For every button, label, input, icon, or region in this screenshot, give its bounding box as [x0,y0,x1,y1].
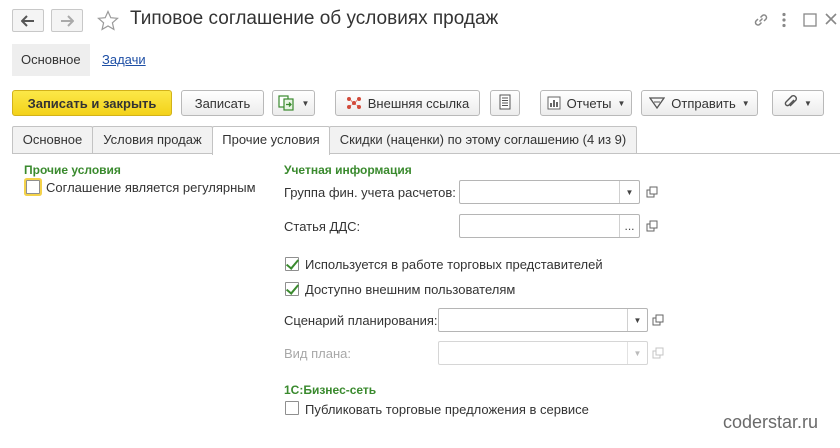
open-window-icon [646,186,658,198]
publish-offers-label: Публиковать торговые предложения в серви… [305,402,589,417]
section-tasks-link[interactable]: Задачи [93,44,155,76]
external-link-label: Внешняя ссылка [367,95,470,111]
chevron-down-icon: ▼ [804,98,812,108]
send-button[interactable]: Отправить ▼ [641,90,758,116]
dds-open-button[interactable] [642,215,662,237]
star-favorite-icon[interactable] [96,9,120,33]
arrow-left-icon [21,14,34,27]
fin-group-field[interactable]: ▼ [459,180,640,204]
tab-sales-conditions[interactable]: Условия продаж [92,126,213,154]
chevron-down-icon[interactable]: ▼ [627,309,647,331]
chevron-down-icon: ▼ [741,98,750,108]
open-window-icon [646,220,658,232]
chevron-down-icon[interactable]: ▼ [619,181,639,203]
external-users-label: Доступно внешним пользователям [305,282,516,297]
dds-field[interactable]: ... [459,214,640,238]
tab-discounts[interactable]: Скидки (наценки) по этому соглашению (4 … [329,126,637,154]
regular-agreement-label: Соглашение является регулярным [46,180,256,195]
chevron-down-icon: ▼ [301,98,310,108]
regular-agreement-checkbox[interactable] [26,180,40,194]
select-dots-button[interactable]: ... [619,215,639,237]
scenario-field[interactable]: ▼ [438,308,648,332]
chevron-down-icon: ▼ [617,98,626,108]
save-button[interactable]: Записать [181,90,264,116]
plan-type-field: ▼ [438,341,648,365]
save-and-close-label: Записать и закрыть [27,95,157,111]
tab-main[interactable]: Основное [12,126,93,154]
create-based-on-icon [277,95,296,111]
create-based-on-button[interactable]: ▼ [272,90,315,116]
tab-other-conditions[interactable]: Прочие условия [212,126,330,155]
report-icon [547,96,561,110]
sales-reps-label: Используется в работе торговых представи… [305,257,603,272]
maximize-icon[interactable] [802,12,818,28]
save-label: Записать [194,95,251,111]
attachments-button[interactable]: ▼ [772,90,824,116]
network-icon [346,96,362,110]
tab-divider [12,153,840,154]
other-conditions-heading: Прочие условия [24,163,121,177]
open-window-icon [652,314,664,326]
external-link-button[interactable]: Внешняя ссылка [335,90,480,116]
plan-type-label: Вид плана: [284,346,352,361]
page-title: Типовое соглашение об условиях продаж [130,8,499,29]
scenario-label: Сценарий планирования: [284,313,438,328]
reports-button[interactable]: Отчеты ▼ [540,90,632,116]
list-document-icon [499,94,511,113]
watermark: coderstar.ru [722,412,818,432]
dds-label: Статья ДДС: [284,219,361,234]
fin-group-label: Группа фин. учета расчетов: [284,185,456,200]
active-tab-gap [213,153,329,155]
plan-type-open-button [648,342,668,364]
send-label: Отправить [671,95,736,111]
fin-group-open-button[interactable] [642,181,662,203]
close-icon[interactable] [824,12,838,26]
section-main[interactable]: Основное [12,44,90,76]
arrow-right-icon [61,14,74,27]
business-network-heading: 1С:Бизнес-сеть [284,383,377,397]
more-vertical-icon[interactable] [781,12,787,28]
publish-offers-checkbox[interactable] [285,401,299,415]
sales-reps-checkbox[interactable] [285,257,299,271]
back-button[interactable] [12,9,44,32]
external-users-checkbox[interactable] [285,282,299,296]
scenario-open-button[interactable] [648,309,668,331]
open-window-icon [652,347,664,359]
accounting-info-heading: Учетная информация [284,163,412,177]
reports-label: Отчеты [566,95,612,111]
document-list-button[interactable] [490,90,520,116]
chevron-down-icon: ▼ [627,342,647,364]
paperclip-icon [784,94,798,113]
forward-button[interactable] [51,9,83,32]
link-icon[interactable] [752,11,770,29]
send-icon [649,96,666,110]
save-and-close-button[interactable]: Записать и закрыть [12,90,172,116]
